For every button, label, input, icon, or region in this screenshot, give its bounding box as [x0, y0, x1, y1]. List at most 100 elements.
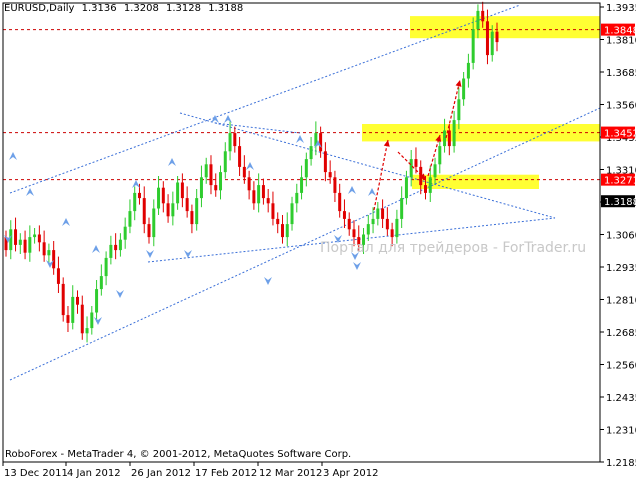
candle-body	[118, 239, 122, 251]
candle	[385, 207, 389, 236]
candle-body	[147, 224, 151, 238]
open-value: 1.3136	[81, 3, 117, 14]
time-tick-label: 4 Jan 2012	[67, 468, 121, 479]
forecast-arrowhead-icon	[455, 80, 462, 87]
candle	[37, 225, 41, 252]
candle-body	[104, 257, 108, 277]
candle-body	[71, 296, 75, 323]
candle	[323, 142, 327, 182]
candle	[400, 186, 404, 228]
candle	[366, 215, 370, 241]
candle-body	[195, 198, 199, 225]
watermark-text: Портал для трейдеров - ForTrader.ru	[320, 240, 587, 256]
candle-body	[152, 208, 156, 238]
candle-body	[61, 283, 65, 316]
fractal-up-icon	[9, 152, 17, 160]
candle	[99, 264, 103, 296]
candle	[371, 207, 375, 234]
candle-body	[66, 315, 70, 323]
candle-body	[47, 250, 51, 256]
candle	[14, 217, 18, 252]
candle-body	[481, 10, 485, 22]
candle-body	[462, 78, 466, 100]
candle-body	[252, 190, 256, 204]
candle	[304, 152, 308, 187]
candle	[266, 189, 270, 213]
price-label-text: 1.3271	[604, 176, 636, 187]
candle-body	[304, 159, 308, 178]
candle-body	[9, 229, 13, 251]
candle	[18, 233, 22, 254]
price-tick-label: 1.3685	[606, 68, 636, 79]
candle-body	[376, 208, 380, 219]
fractal-down-icon	[184, 250, 192, 258]
time-tick-label: 17 Feb 2012	[195, 468, 257, 479]
candle	[314, 121, 318, 156]
candle-body	[371, 218, 375, 225]
candle	[42, 230, 46, 262]
candle	[85, 316, 89, 343]
candle-body	[37, 234, 41, 243]
candle-body	[233, 133, 237, 147]
candle-body	[400, 198, 404, 219]
candle	[56, 256, 60, 293]
candle	[137, 183, 141, 205]
price-tick-label: 1.3810	[606, 36, 636, 47]
candle-body	[476, 10, 480, 30]
price-label-text: 1.3848	[604, 26, 636, 37]
candle	[276, 212, 280, 234]
candle	[328, 160, 332, 184]
candle	[147, 217, 151, 244]
candle-body	[56, 268, 60, 284]
candle-body	[328, 172, 332, 178]
candle	[376, 202, 380, 226]
fractal-up-icon	[92, 245, 100, 253]
candle-body	[395, 218, 399, 238]
candle	[52, 241, 56, 275]
candle	[66, 306, 70, 332]
candle	[271, 191, 275, 226]
candle-body	[90, 312, 94, 329]
candle-body	[385, 218, 389, 230]
candle	[109, 235, 113, 265]
candle-body	[485, 21, 489, 56]
symbol-label: EURUSD,Daily	[4, 3, 75, 14]
candle-body	[295, 192, 299, 204]
candle-body	[381, 208, 385, 219]
candle	[333, 170, 337, 202]
fractal-up-icon	[168, 158, 176, 166]
candle-body	[133, 192, 137, 212]
price-tick-label: 1.3560	[606, 101, 636, 112]
candle-body	[447, 130, 451, 147]
fractal-down-icon	[146, 250, 154, 258]
candle-body	[204, 164, 208, 178]
candle-body	[14, 229, 18, 245]
candle	[9, 220, 13, 260]
fractal-up-icon	[224, 115, 232, 123]
candle	[209, 155, 213, 195]
candle	[128, 199, 132, 234]
horizontal-levels	[3, 29, 600, 181]
time-tick-label: 12 Mar 2012	[259, 468, 322, 479]
fractal-up-icon	[296, 135, 304, 143]
candle	[4, 230, 8, 257]
candle-body	[414, 159, 418, 167]
price-tick-label: 1.2935	[606, 263, 636, 274]
candle-body	[309, 146, 313, 160]
candle-body	[247, 177, 251, 191]
candle-body	[404, 177, 408, 199]
chart-title: EURUSD,Daily 1.3136 1.3208 1.3128 1.3188	[4, 3, 247, 14]
candle	[161, 181, 165, 213]
candle	[261, 178, 265, 205]
candle	[176, 176, 180, 210]
candle-body	[433, 164, 437, 178]
candle	[309, 137, 313, 166]
candle	[319, 126, 323, 158]
candle	[80, 295, 84, 340]
candle-body	[257, 185, 261, 204]
candle-body	[323, 151, 327, 173]
candle	[233, 126, 237, 153]
candle-body	[128, 211, 132, 227]
candle	[114, 233, 118, 260]
candle-body	[28, 237, 32, 253]
